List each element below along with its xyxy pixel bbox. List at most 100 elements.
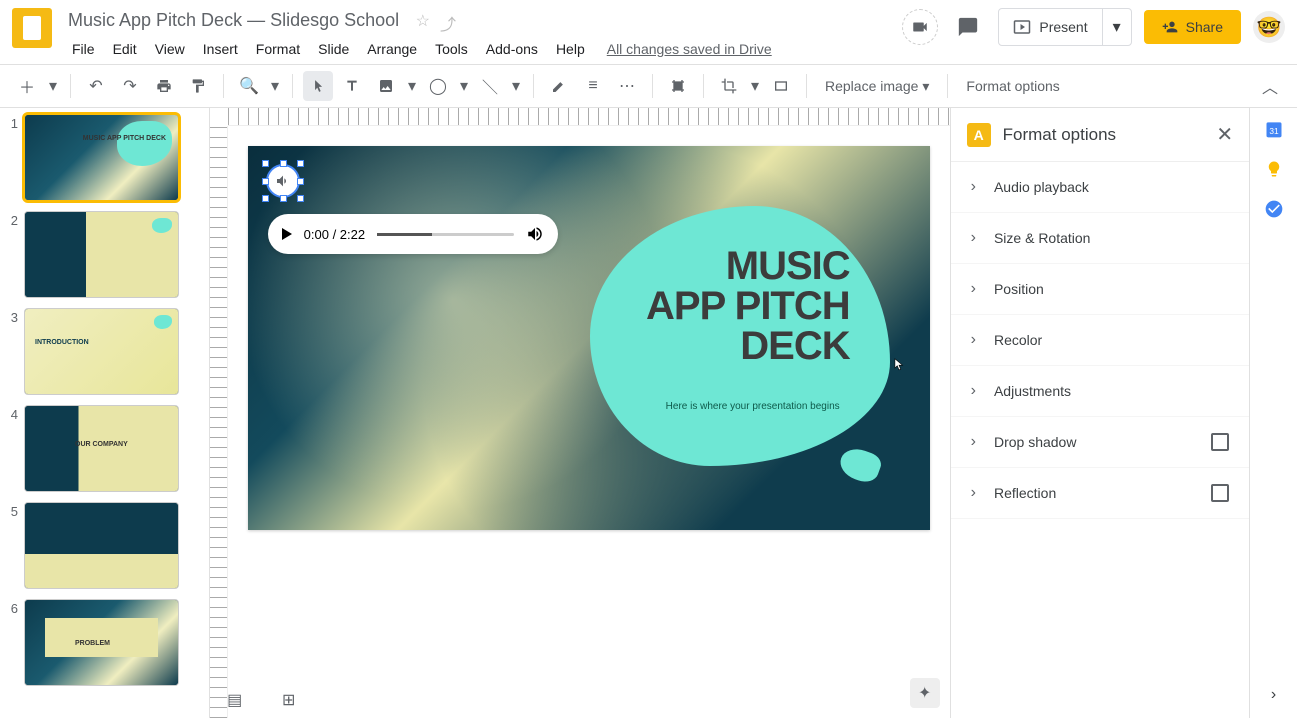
- option-recolor[interactable]: › Recolor: [951, 315, 1249, 366]
- menu-slide[interactable]: Slide: [310, 37, 357, 61]
- keep-icon[interactable]: [1263, 158, 1285, 180]
- slide-canvas[interactable]: MUSIC APP PITCH DECK Here is where your …: [248, 146, 930, 530]
- border-dash-button[interactable]: ⋯: [612, 71, 642, 101]
- undo-button[interactable]: ↶: [81, 71, 111, 101]
- option-position[interactable]: › Position: [951, 264, 1249, 315]
- zoom-dropdown[interactable]: ▾: [268, 71, 282, 101]
- thumb-number: 3: [6, 308, 24, 325]
- chevron-right-icon: ›: [971, 382, 976, 400]
- menu-arrange[interactable]: Arrange: [359, 37, 425, 61]
- star-icon[interactable]: ☆: [416, 11, 430, 35]
- present-button[interactable]: Present ▾: [998, 8, 1131, 46]
- slide-thumb-5[interactable]: [24, 502, 179, 589]
- reflection-checkbox[interactable]: [1211, 484, 1229, 502]
- play-icon[interactable]: [282, 228, 292, 240]
- close-icon[interactable]: ✕: [1216, 122, 1233, 147]
- shape-tool[interactable]: ◯: [423, 71, 453, 101]
- format-options-icon: A: [967, 123, 991, 147]
- audio-progress[interactable]: [377, 233, 514, 236]
- replace-image-button[interactable]: Replace image ▾: [817, 72, 937, 101]
- share-button[interactable]: Share: [1144, 10, 1241, 44]
- format-options-panel: A Format options ✕ › Audio playback › Si…: [950, 108, 1249, 718]
- thumb-number: 4: [6, 405, 24, 422]
- border-color-button[interactable]: [544, 71, 574, 101]
- image-tool[interactable]: [371, 71, 401, 101]
- paint-format-button[interactable]: [183, 71, 213, 101]
- person-add-icon: [1162, 19, 1178, 35]
- thumb-number: 5: [6, 502, 24, 519]
- redo-button[interactable]: ↷: [115, 71, 145, 101]
- slide-title[interactable]: MUSIC APP PITCH DECK: [646, 246, 850, 366]
- present-dropdown[interactable]: ▾: [1102, 9, 1131, 45]
- menu-view[interactable]: View: [147, 37, 193, 61]
- doc-title[interactable]: Music App Pitch Deck — Slidesgo School: [64, 8, 403, 33]
- comments-icon[interactable]: [950, 9, 986, 45]
- explore-button[interactable]: ✦: [910, 678, 940, 708]
- line-dropdown[interactable]: ▾: [509, 71, 523, 101]
- audio-player[interactable]: 0:00 / 2:22: [268, 214, 558, 254]
- tasks-icon[interactable]: [1263, 198, 1285, 220]
- present-icon: [1013, 18, 1031, 36]
- slide-subtitle[interactable]: Here is where your presentation begins: [666, 401, 840, 412]
- option-audio-playback[interactable]: › Audio playback: [951, 162, 1249, 213]
- svg-text:31: 31: [1269, 126, 1279, 136]
- filmstrip-view-icon[interactable]: ▤: [220, 688, 250, 712]
- new-slide-dropdown[interactable]: ▾: [46, 71, 60, 101]
- calendar-icon[interactable]: 31: [1263, 118, 1285, 140]
- ruler-horizontal: [228, 108, 950, 126]
- menu-format[interactable]: Format: [248, 37, 308, 61]
- chevron-right-icon: ›: [971, 280, 976, 298]
- textbox-tool[interactable]: [337, 71, 367, 101]
- save-status[interactable]: All changes saved in Drive: [607, 41, 772, 57]
- menu-edit[interactable]: Edit: [105, 37, 145, 61]
- speaker-icon: [275, 173, 291, 189]
- slides-logo[interactable]: [12, 8, 52, 48]
- slide-thumb-6[interactable]: PROBLEM: [24, 599, 179, 686]
- menu-file[interactable]: File: [64, 37, 103, 61]
- new-slide-button[interactable]: ＋: [12, 71, 42, 101]
- show-side-panel-icon[interactable]: ›: [1263, 684, 1285, 706]
- menu-insert[interactable]: Insert: [195, 37, 246, 61]
- volume-icon[interactable]: [526, 225, 544, 243]
- zoom-button[interactable]: 🔍: [234, 71, 264, 101]
- border-weight-button[interactable]: ≡: [578, 71, 608, 101]
- option-reflection[interactable]: › Reflection: [951, 468, 1249, 519]
- share-label: Share: [1186, 19, 1223, 35]
- option-drop-shadow[interactable]: › Drop shadow: [951, 417, 1249, 468]
- slide-thumb-1[interactable]: MUSIC APP PITCH DECK: [24, 114, 179, 201]
- option-size-rotation[interactable]: › Size & Rotation: [951, 213, 1249, 264]
- slide-thumb-3[interactable]: INTRODUCTION: [24, 308, 179, 395]
- account-avatar[interactable]: 🤓: [1253, 11, 1285, 43]
- slide-thumb-2[interactable]: [24, 211, 179, 298]
- slide-thumb-4[interactable]: OUR COMPANY: [24, 405, 179, 492]
- meet-icon[interactable]: [902, 9, 938, 45]
- menu-help[interactable]: Help: [548, 37, 593, 61]
- crop-button[interactable]: [714, 71, 744, 101]
- filmstrip[interactable]: 1 MUSIC APP PITCH DECK 2 3 INTRODUCTION …: [0, 108, 210, 718]
- mask-button[interactable]: [766, 71, 796, 101]
- print-button[interactable]: [149, 71, 179, 101]
- grid-view-icon[interactable]: ⊞: [274, 688, 304, 712]
- option-adjustments[interactable]: › Adjustments: [951, 366, 1249, 417]
- audio-object[interactable]: [266, 164, 300, 198]
- line-tool[interactable]: ＼: [475, 71, 505, 101]
- drop-shadow-checkbox[interactable]: [1211, 433, 1229, 451]
- shape-dropdown[interactable]: ▾: [457, 71, 471, 101]
- present-label: Present: [1039, 19, 1087, 35]
- toolbar-collapse-icon[interactable]: ︿: [1255, 71, 1285, 101]
- toolbar: ＋ ▾ ↶ ↷ 🔍 ▾ ▾ ◯ ▾ ＼ ▾ ≡ ⋯ ▾ Replace imag…: [0, 64, 1297, 108]
- crop-image-button[interactable]: [663, 71, 693, 101]
- select-tool[interactable]: [303, 71, 333, 101]
- crop-dropdown[interactable]: ▾: [748, 71, 762, 101]
- menubar: File Edit View Insert Format Slide Arran…: [64, 37, 902, 61]
- thumb-number: 1: [6, 114, 24, 131]
- format-options-button[interactable]: Format options: [958, 72, 1067, 100]
- image-dropdown[interactable]: ▾: [405, 71, 419, 101]
- chevron-right-icon: ›: [971, 484, 976, 502]
- chevron-right-icon: ›: [971, 178, 976, 196]
- menu-tools[interactable]: Tools: [427, 37, 476, 61]
- move-icon[interactable]: ⤴: [440, 11, 456, 35]
- canvas-area[interactable]: MUSIC APP PITCH DECK Here is where your …: [210, 108, 950, 718]
- chevron-right-icon: ›: [971, 331, 976, 349]
- menu-addons[interactable]: Add-ons: [478, 37, 546, 61]
